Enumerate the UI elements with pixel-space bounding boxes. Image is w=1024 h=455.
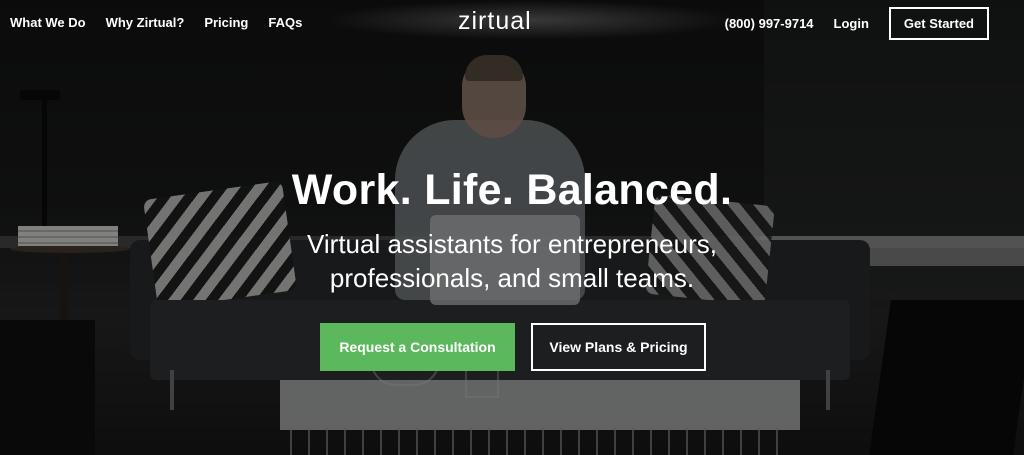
top-nav: What We Do Why Zirtual? Pricing FAQs zir… <box>0 0 1024 46</box>
hero-subheadline: Virtual assistants for entrepreneurs, pr… <box>0 227 1024 295</box>
nav-right: (800) 997-9714 Login Get Started <box>725 7 989 40</box>
hero-cta-group: Request a Consultation View Plans & Pric… <box>0 323 1024 371</box>
phone-number[interactable]: (800) 997-9714 <box>725 16 814 31</box>
view-plans-pricing-button[interactable]: View Plans & Pricing <box>531 323 706 371</box>
zirtual-logo[interactable]: zirtual <box>458 7 532 36</box>
nav-link-pricing[interactable]: Pricing <box>204 15 248 30</box>
request-consultation-button[interactable]: Request a Consultation <box>320 323 515 371</box>
hero-subheadline-line-2: professionals, and small teams. <box>329 263 695 293</box>
hero-subheadline-line-1: Virtual assistants for entrepreneurs, <box>307 229 717 259</box>
nav-link-faqs[interactable]: FAQs <box>268 15 302 30</box>
login-link[interactable]: Login <box>834 16 869 31</box>
nav-link-what-we-do[interactable]: What We Do <box>10 15 86 30</box>
get-started-button[interactable]: Get Started <box>888 7 989 40</box>
hero-section: Work. Life. Balanced. Virtual assistants… <box>0 163 1024 295</box>
nav-link-why-zirtual[interactable]: Why Zirtual? <box>106 15 185 30</box>
nav-links: What We Do Why Zirtual? Pricing FAQs <box>10 15 322 30</box>
hero-headline: Work. Life. Balanced. <box>291 166 733 214</box>
